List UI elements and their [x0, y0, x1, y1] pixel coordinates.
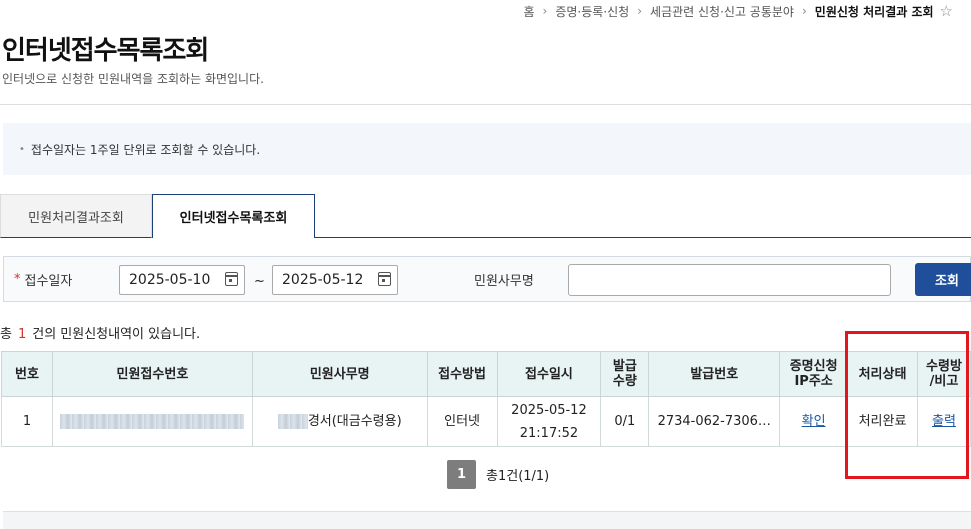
breadcrumb-level2[interactable]: 세금관련 신청·신고 공통분야 [650, 3, 794, 20]
redacted-office-prefix [277, 414, 308, 429]
pagination-info: 총1건(1/1) [486, 469, 550, 484]
start-date-value: 2025-05-10 [129, 272, 211, 288]
received-time: 21:17:52 [519, 425, 579, 441]
cell-qty: 0/1 [600, 396, 650, 447]
ip-confirm-link[interactable]: 확인 [802, 414, 826, 429]
receipt-list-table: 번호 민원접수번호 민원사무명 접수방법 접수일시 발급 수량 발급번호 증명신청… [1, 351, 971, 447]
table-header-row: 번호 민원접수번호 민원사무명 접수방법 접수일시 발급 수량 발급번호 증명신청… [1, 351, 971, 397]
tab-result-inquiry[interactable]: 민원처리결과조회 [0, 194, 152, 238]
bullet-icon: • [19, 143, 25, 155]
breadcrumb-separator: › [542, 4, 548, 18]
search-button[interactable]: 조회 [915, 263, 971, 296]
notice-text: 접수일자는 1주일 단위로 조회할 수 있습니다. [30, 142, 261, 157]
cell-received-at: 2025-05-12 21:17:52 [496, 396, 602, 447]
breadcrumb: 홈 › 증명·등록·신청 › 세금관련 신청·신고 공통분야 › 민원신청 처리… [523, 0, 953, 22]
tab-internet-receipt-list[interactable]: 인터넷접수목록조회 [152, 194, 315, 238]
result-count: 총 1 건의 민원신청내역이 있습니다. [0, 323, 200, 342]
col-header-ip-line2: IP주소 [794, 374, 833, 389]
result-count-prefix: 총 [0, 327, 12, 342]
received-date: 2025-05-12 [511, 402, 587, 418]
col-header-ip: 증명신청 IP주소 [779, 351, 849, 397]
col-header-ip-line1: 증명신청 [789, 359, 838, 374]
cell-office-name: 경서(대금수령용) [251, 396, 428, 447]
date-label: * 접수일자 [14, 257, 72, 301]
page-description: 인터넷으로 신청한 민원내역을 조회하는 화면입니다. [2, 72, 264, 86]
redacted-receipt-no [60, 414, 245, 429]
col-header-received-at: 접수일시 [496, 351, 602, 397]
favorite-star-icon[interactable]: ☆ [940, 2, 953, 20]
col-header-issue-qty: 발급 수량 [600, 351, 650, 397]
result-count-suffix: 건의 민원신청내역이 있습니다. [32, 327, 201, 342]
breadcrumb-separator: › [801, 4, 807, 18]
col-header-receipt-no: 민원접수번호 [51, 351, 253, 397]
highlight-box [845, 331, 969, 479]
cell-issue-no: 2734-062-7306… [648, 396, 781, 447]
breadcrumb-home[interactable]: 홈 [523, 3, 534, 20]
page-title: 인터넷접수목록조회 [2, 36, 209, 66]
col-header-no: 번호 [1, 351, 53, 397]
search-panel: * 접수일자 2025-05-10 ~ 2025-05-12 민원사무명 조회 [3, 256, 971, 302]
col-header-issue-qty-line1: 발급 [612, 359, 637, 374]
calendar-icon[interactable] [225, 272, 238, 286]
cell-ip: 확인 [779, 396, 849, 447]
cell-method: 인터넷 [426, 396, 498, 447]
required-mark: * [14, 271, 21, 287]
result-count-number: 1 [17, 327, 27, 342]
breadcrumb-current: 민원신청 처리결과 조회 [814, 4, 934, 19]
date-range-separator: ~ [254, 273, 265, 289]
office-name-text: 경서(대금수령용) [307, 414, 402, 429]
cell-no: 1 [1, 396, 53, 447]
page-button-current[interactable]: 1 [447, 460, 476, 489]
cell-receipt-no[interactable] [51, 396, 253, 447]
breadcrumb-level1[interactable]: 증명·등록·신청 [555, 3, 629, 20]
col-header-office-name: 민원사무명 [251, 351, 428, 397]
start-date-input[interactable]: 2025-05-10 [119, 265, 245, 295]
table-row: 1 경서(대금수령용) 인터넷 2025-05-12 21:17:52 0/1 2… [1, 396, 971, 447]
col-header-issue-no: 발급번호 [648, 351, 781, 397]
office-name-label: 민원사무명 [474, 273, 534, 289]
col-header-method: 접수방법 [426, 351, 498, 397]
date-label-text: 접수일자 [24, 273, 73, 289]
end-date-input[interactable]: 2025-05-12 [272, 265, 398, 295]
office-name-input[interactable] [568, 264, 891, 296]
divider [0, 104, 971, 105]
tab-bar: 민원처리결과조회 인터넷접수목록조회 [0, 194, 971, 238]
col-header-issue-qty-line2: 수량 [612, 374, 637, 389]
end-date-value: 2025-05-12 [282, 272, 364, 288]
calendar-icon[interactable] [378, 272, 391, 286]
tab-underline [315, 237, 971, 238]
notice-box: • 접수일자는 1주일 단위로 조회할 수 있습니다. [3, 123, 971, 175]
breadcrumb-separator: › [637, 4, 643, 18]
bottom-panel [3, 511, 971, 529]
